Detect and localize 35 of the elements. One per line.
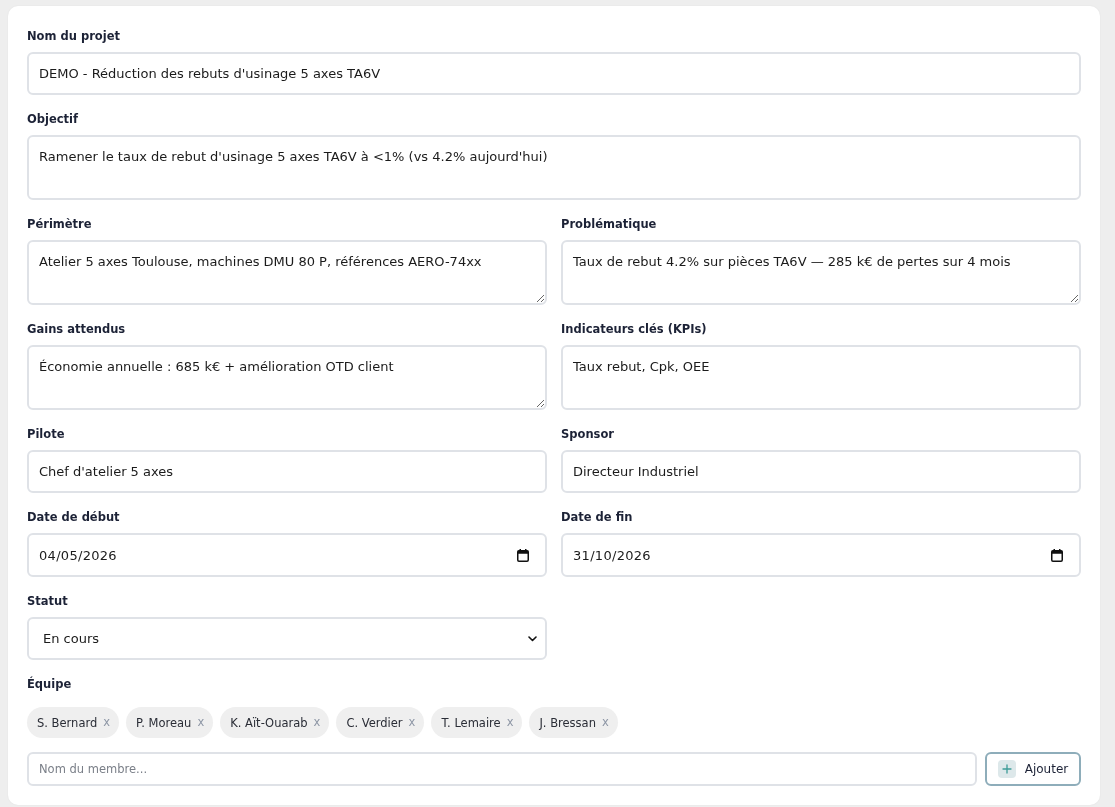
- plus-icon: [997, 760, 1016, 778]
- text-area[interactable]: Économie annuelle : 685 k€ + amélioration OTD client: [27, 345, 547, 410]
- text-area[interactable]: Ramener le taux de rebut d'usinage 5 axes TA6V à <1% (vs 4.2% aujourd'hui): [27, 135, 1081, 200]
- field-label: Indicateurs clés (KPIs): [561, 321, 708, 337]
- field-label: Sponsor: [561, 426, 616, 442]
- status-select[interactable]: En cours: [27, 617, 547, 660]
- date-field[interactable]: 04/05/2026: [27, 533, 547, 577]
- field-label: Problématique: [561, 216, 658, 232]
- field-label: Statut: [27, 593, 69, 609]
- member-name: K. Aït-Ouarab: [230, 715, 308, 730]
- add-button[interactable]: Ajouter: [985, 752, 1081, 786]
- calendar-icon[interactable]: [517, 548, 529, 562]
- field-label: Objectif: [27, 111, 79, 127]
- field-label: Date de fin: [561, 509, 634, 525]
- field-label: Nom du projet: [27, 28, 121, 44]
- chevron-down-icon: [528, 635, 537, 642]
- text-field[interactable]: Chef d'atelier 5 axes: [27, 450, 547, 493]
- field-label: Pilote: [27, 426, 66, 442]
- field-label: Équipe: [27, 676, 73, 692]
- text-field[interactable]: DEMO - Réduction des rebuts d'usinage 5 axes TA6V: [27, 52, 1081, 95]
- text-area[interactable]: Taux de rebut 4.2% sur pièces TA6V — 285 k€ de pertes sur 4 mois: [561, 240, 1081, 305]
- member-name: J. Bressan: [539, 715, 596, 730]
- field-label: Gains attendus: [27, 321, 127, 337]
- member-name: S. Bernard: [37, 715, 98, 730]
- member-name: C. Verdier: [346, 715, 403, 730]
- text-field[interactable]: Directeur Industriel: [561, 450, 1081, 493]
- member-name: T. Lemaire: [441, 715, 501, 730]
- member-name: P. Moreau: [136, 715, 192, 730]
- field-label: Date de début: [27, 509, 121, 525]
- date-field[interactable]: 31/10/2026: [561, 533, 1081, 577]
- field-label: Périmètre: [27, 216, 93, 232]
- text-area[interactable]: Taux rebut, Cpk, OEE: [561, 345, 1081, 410]
- member-input[interactable]: Nom du membre...: [27, 752, 977, 786]
- calendar-icon[interactable]: [1051, 548, 1063, 562]
- text-area[interactable]: Atelier 5 axes Toulouse, machines DMU 80 P, références AERO-74xx: [27, 240, 547, 305]
